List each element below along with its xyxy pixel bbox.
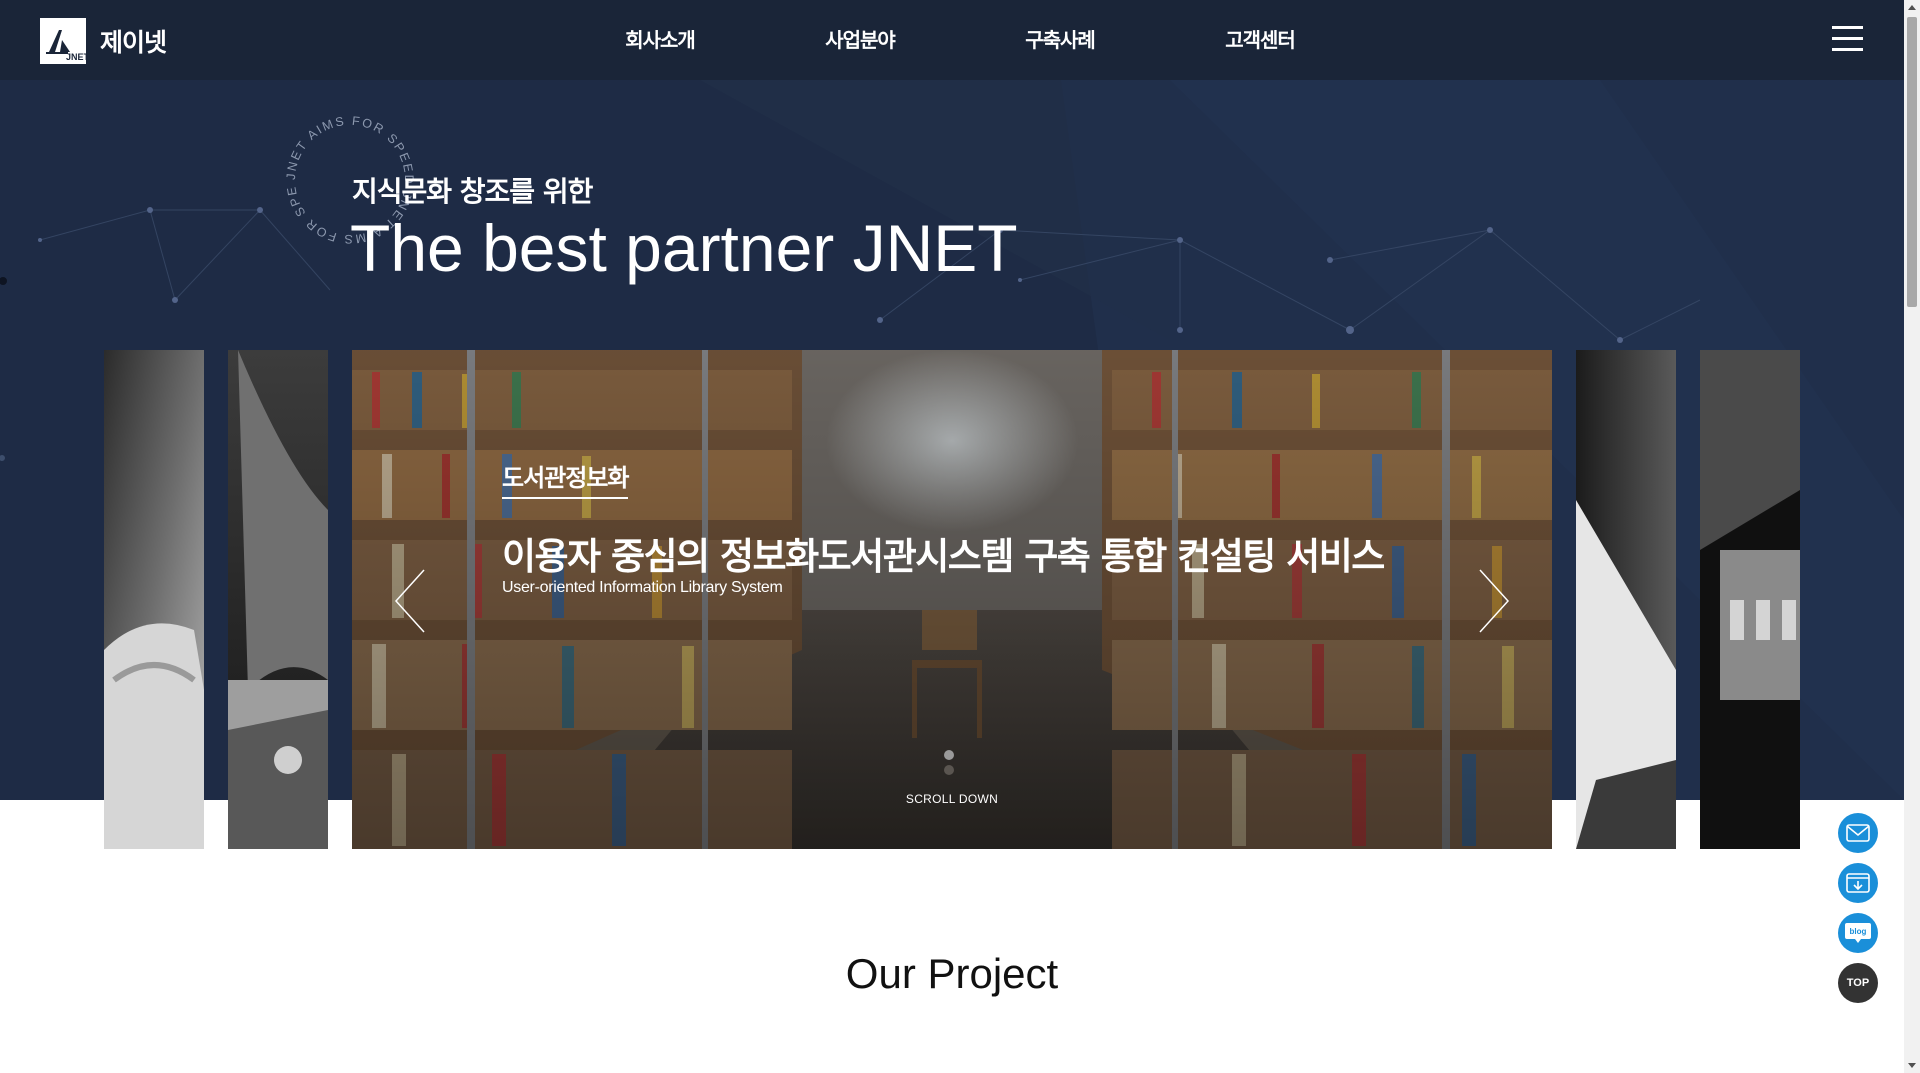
download-button[interactable] [1838,863,1878,903]
slide-category[interactable]: 도서관정보화 [502,458,629,499]
download-icon [1846,873,1870,893]
pagination-dot-active[interactable] [944,750,954,760]
blog-label: blog [1850,927,1867,936]
slide-subheadline: User-oriented Information Library System [502,579,783,596]
nav-item-company[interactable]: 회사소개 [560,0,760,80]
main-slide[interactable]: 도서관정보화 이용자 중심의 정보화도서관시스템 구축 통합 컨설팅 서비스 U… [352,350,1552,849]
site-header: JNET 제이넷 회사소개 사업분야 구축사례 고객센터 [0,0,1904,80]
slide-headline: 이용자 중심의 정보화도서관시스템 구축 통합 컨설팅 서비스 [502,535,1385,578]
scrollbar-thumb[interactable] [1907,17,1917,307]
side-slide-left-inner[interactable] [228,350,328,849]
mail-button[interactable] [1838,813,1878,853]
scroll-down-arrow-icon[interactable] [1904,1057,1920,1073]
nav-item-business[interactable]: 사업분야 [760,0,960,80]
logo-name: 제이넷 [100,28,167,57]
prev-arrow-icon[interactable] [392,568,432,634]
nav-item-cases[interactable]: 구축사례 [960,0,1160,80]
hero-subtitle: 지식문화 창조를 위한 [352,175,593,208]
page: JNET 제이넷 회사소개 사업분야 구축사례 고객센터 JNET AIMS F… [0,0,1920,1073]
side-slide-right-inner[interactable] [1576,350,1676,849]
scroll-up-arrow-icon[interactable] [1904,0,1920,16]
hero-title: The best partner JNET [350,211,1018,285]
blog-icon: blog [1845,923,1871,943]
menu-icon[interactable] [1832,26,1863,52]
logo-mark-icon: JNET [40,18,90,64]
side-slide-left-outer[interactable] [104,350,204,849]
mail-icon [1846,824,1870,842]
page-scrollbar[interactable] [1904,0,1920,1073]
blog-button[interactable]: blog [1838,913,1878,953]
nav-item-support[interactable]: 고객센터 [1160,0,1360,80]
logo-mark-text: JNET [66,52,90,62]
side-slide-right-outer[interactable] [1700,350,1800,849]
logo[interactable]: JNET 제이넷 [40,18,167,64]
slide-pagination [944,750,954,780]
back-to-top-button[interactable]: TOP [1838,963,1878,1003]
section-title: Our Project [845,950,1059,997]
main-nav: 회사소개 사업분야 구축사례 고객센터 [560,0,1360,80]
scroll-down-label[interactable]: SCROLL DOWN [352,792,1552,806]
next-arrow-icon[interactable] [1472,568,1512,634]
pagination-dot[interactable] [944,765,954,775]
